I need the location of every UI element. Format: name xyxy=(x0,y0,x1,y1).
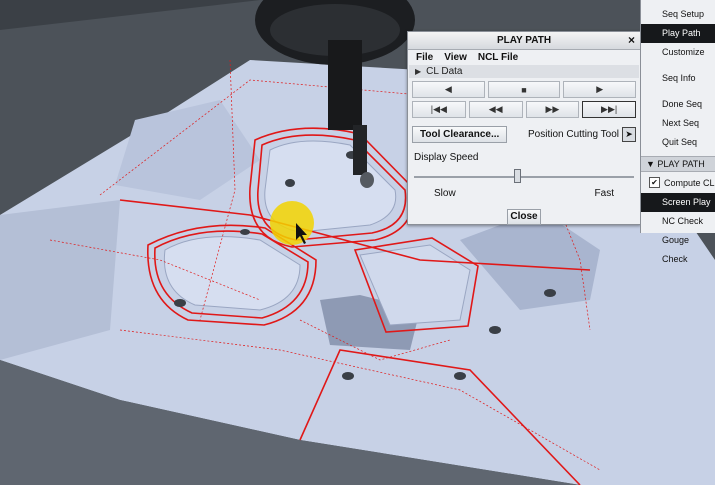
position-cutting-tool-group: Position Cutting Tool ➤ xyxy=(528,127,636,142)
menu-item-gouge-check[interactable]: Gouge Check xyxy=(641,231,715,264)
menu-item-seq-setup[interactable]: Seq Setup xyxy=(641,5,715,24)
menu-item-next-seq[interactable]: Next Seq xyxy=(641,114,715,133)
close-button[interactable]: Close xyxy=(507,209,541,225)
fast-forward-button[interactable]: ▶▶ xyxy=(525,101,580,118)
fast-label: Fast xyxy=(594,188,614,199)
step-to-start-button[interactable]: |◀◀ xyxy=(412,101,466,118)
section-header-label: PLAY PATH xyxy=(657,159,705,169)
collapse-triangle-icon: ▼ xyxy=(646,159,658,169)
play-forward-icon: ▶ xyxy=(596,84,604,94)
menu-item-screen-play[interactable]: Screen Play xyxy=(641,193,715,212)
slider-thumb[interactable] xyxy=(513,169,521,183)
compute-cl-option[interactable]: ✔ Compute CL xyxy=(641,172,715,193)
play-forward-button[interactable]: ▶ xyxy=(563,81,637,98)
menu-item-nc-check[interactable]: NC Check xyxy=(641,212,715,231)
rewind-icon: ◀◀ xyxy=(488,104,503,114)
menu-ncl-file[interactable]: NCL File xyxy=(478,50,518,65)
sequence-menu: Seq Setup Play Path Customize Seq Info D… xyxy=(640,0,715,264)
tool-row: Tool Clearance... Position Cutting Tool … xyxy=(408,118,640,143)
menu-item-seq-info[interactable]: Seq Info xyxy=(641,69,715,88)
cursor-highlight xyxy=(270,201,314,245)
position-cutting-tool-label: Position Cutting Tool xyxy=(528,129,619,140)
stop-icon: ■ xyxy=(521,84,527,95)
play-backward-button[interactable]: ◀ xyxy=(412,81,485,98)
playback-row-2: |◀◀ ◀◀ ▶▶ ▶▶| xyxy=(408,98,640,118)
slow-label: Slow xyxy=(434,188,456,199)
step-to-end-button[interactable]: ▶▶| xyxy=(582,101,636,118)
dialog-title-bar[interactable]: PLAY PATH × xyxy=(408,32,640,50)
menu-file[interactable]: File xyxy=(416,50,433,65)
playback-row-1: ◀ ■ ▶ xyxy=(408,78,640,98)
pointer-icon: ➤ xyxy=(625,129,633,139)
cl-data-expander[interactable]: ▶ CL Data xyxy=(409,65,639,78)
menu-item-done-seq[interactable]: Done Seq xyxy=(641,95,715,114)
dialog-menubar: File View NCL File xyxy=(408,50,640,65)
display-speed-label: Display Speed xyxy=(414,152,479,163)
play-path-dialog: PLAY PATH × File View NCL File ▶ CL Data… xyxy=(407,31,641,225)
stop-button[interactable]: ■ xyxy=(487,81,561,98)
expand-triangle-icon: ▶ xyxy=(415,67,422,76)
slider-labels: Slow Fast xyxy=(408,183,640,199)
compute-cl-label: Compute CL xyxy=(664,177,715,188)
step-to-start-icon: |◀◀ xyxy=(430,104,447,114)
compute-cl-checkbox[interactable]: ✔ xyxy=(649,177,660,188)
play-path-section-header[interactable]: ▼ PLAY PATH xyxy=(641,156,715,172)
fast-forward-icon: ▶▶ xyxy=(545,104,560,114)
dialog-title: PLAY PATH xyxy=(496,35,552,46)
slider-track xyxy=(414,176,634,178)
display-speed-slider[interactable] xyxy=(412,169,636,183)
step-to-end-icon: ▶▶| xyxy=(601,104,618,114)
menu-item-customize[interactable]: Customize xyxy=(641,43,715,62)
tool-clearance-button[interactable]: Tool Clearance... xyxy=(412,126,508,143)
position-cutting-tool-button[interactable]: ➤ xyxy=(622,127,636,142)
menu-item-quit-seq[interactable]: Quit Seq xyxy=(641,133,715,152)
close-row: Close xyxy=(408,199,640,225)
close-icon[interactable]: × xyxy=(628,32,635,49)
rewind-button[interactable]: ◀◀ xyxy=(468,101,523,118)
menu-view[interactable]: View xyxy=(444,50,467,65)
play-backward-icon: ◀ xyxy=(444,84,452,94)
cl-data-label: CL Data xyxy=(426,66,463,77)
menu-item-play-path[interactable]: Play Path xyxy=(641,24,715,43)
